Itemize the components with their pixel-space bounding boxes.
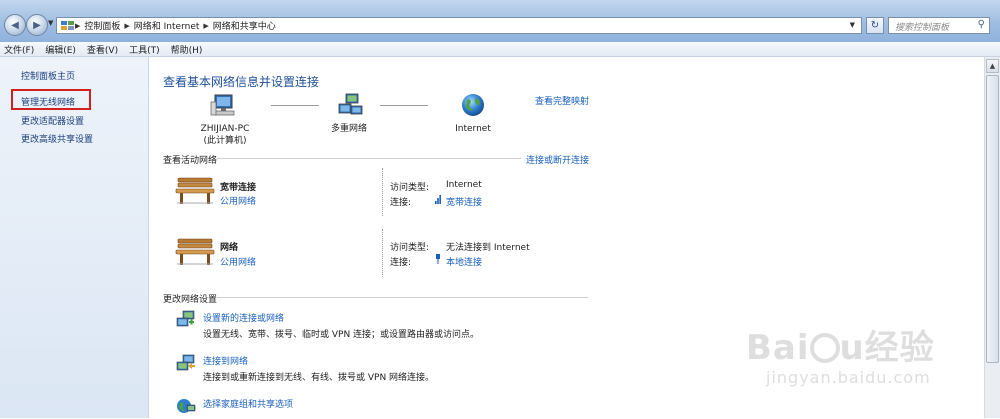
map-connector-line — [380, 105, 428, 106]
arrow-right-icon: ▶ — [33, 19, 41, 31]
task-description: 连接到或重新连接到无线、有线、拨号或 VPN 网络连接。 — [203, 373, 435, 383]
back-button[interactable]: ◀ — [4, 14, 26, 36]
breadcrumb-separator-icon: ▶ — [75, 21, 81, 30]
left-link-manage-wireless[interactable]: 管理无线网络 — [21, 95, 75, 108]
search-input[interactable]: 搜索控制面板 ⚲ — [888, 17, 990, 34]
network-name: 网络 — [220, 243, 239, 253]
connection-link[interactable]: 宽带连接 — [446, 195, 482, 208]
menu-bar: 文件(F) 编辑(E) 查看(V) 工具(T) 帮助(H) — [0, 42, 1000, 57]
control-panel-icon — [61, 20, 75, 31]
computer-name: ZHIJIAN-PC — [200, 124, 250, 134]
signal-bars-icon — [435, 194, 441, 207]
baidu-watermark-logo: Bai u经验 jingyan.baidu.com — [746, 328, 935, 387]
connections-label: 连接: — [390, 198, 412, 208]
arrow-up-icon: ▲ — [989, 62, 996, 70]
recent-pages-chevron-down-icon[interactable]: ▼ — [48, 19, 53, 27]
setup-new-connection-link[interactable]: 设置新的连接或网络 — [203, 311, 284, 324]
section-divider — [217, 158, 521, 159]
multiple-networks-label: 多重网络 — [330, 124, 367, 134]
breadcrumb-network-sharing-center[interactable]: 网络和共享中心 — [213, 19, 276, 32]
page-title: 查看基本网络信息并设置连接 — [163, 75, 320, 89]
left-link-change-adapter[interactable]: 更改适配器设置 — [21, 114, 84, 127]
active-networks-heading: 查看活动网络 — [163, 156, 218, 166]
breadcrumb-separator-icon: ▶ — [124, 21, 130, 30]
public-network-bench-icon — [175, 176, 215, 209]
access-type-label: 访问类型: — [390, 243, 430, 253]
scroll-thumb[interactable] — [986, 75, 999, 363]
network-name: 宽带连接 — [220, 183, 257, 193]
connect-disconnect-link[interactable]: 连接或断开连接 — [526, 153, 589, 166]
multiple-networks-icon[interactable] — [336, 92, 364, 121]
forward-button[interactable]: ▶ — [26, 14, 48, 36]
menu-view[interactable]: 查看(V) — [87, 43, 118, 56]
internet-label: Internet — [455, 124, 491, 134]
change-settings-heading: 更改网络设置 — [163, 295, 218, 305]
search-placeholder: 搜索控制面板 — [895, 23, 950, 33]
menu-tools[interactable]: 工具(T) — [129, 43, 160, 56]
map-connector-line — [271, 105, 319, 106]
section-divider — [217, 297, 588, 298]
network-type-link[interactable]: 公用网络 — [220, 194, 256, 207]
homegroup-icon — [176, 396, 196, 419]
menu-file[interactable]: 文件(F) — [4, 43, 34, 56]
left-task-pane: 控制面板主页 管理无线网络 更改适配器设置 更改高级共享设置 — [0, 57, 149, 418]
internet-globe-icon[interactable] — [460, 92, 486, 121]
new-connection-icon — [176, 309, 196, 332]
ethernet-icon — [435, 254, 441, 267]
scroll-up-button[interactable]: ▲ — [986, 59, 999, 73]
address-bar[interactable]: ▶ 控制面板 ▶ 网络和 Internet ▶ 网络和共享中心 ▼ — [56, 17, 862, 34]
vertical-separator — [382, 229, 383, 277]
public-network-bench-icon — [175, 237, 215, 270]
breadcrumb-control-panel[interactable]: 控制面板 — [84, 19, 120, 32]
vertical-separator — [382, 168, 383, 216]
menu-help[interactable]: 帮助(H) — [171, 43, 203, 56]
breadcrumb-network-internet[interactable]: 网络和 Internet — [134, 19, 200, 32]
connection-link[interactable]: 本地连接 — [446, 255, 482, 268]
computer-subtitle: (此计算机) — [203, 136, 247, 146]
arrow-left-icon: ◀ — [11, 19, 19, 31]
connect-network-icon — [176, 353, 196, 376]
access-type-value: Internet — [446, 180, 482, 190]
access-type-value: 无法连接到 Internet — [446, 243, 530, 253]
network-type-link[interactable]: 公用网络 — [220, 255, 256, 268]
computer-icon[interactable] — [210, 92, 238, 121]
left-link-advanced-sharing[interactable]: 更改高级共享设置 — [21, 132, 93, 145]
full-map-link[interactable]: 查看完整映射 — [535, 94, 589, 107]
address-history-chevron-down-icon[interactable]: ▼ — [850, 21, 855, 29]
menu-edit[interactable]: 编辑(E) — [45, 43, 76, 56]
homegroup-sharing-link[interactable]: 选择家庭组和共享选项 — [203, 397, 293, 410]
refresh-icon: ↻ — [870, 20, 880, 31]
connections-label: 连接: — [390, 258, 412, 268]
task-description: 设置无线、宽带、拨号、临时或 VPN 连接；或设置路由器或访问点。 — [203, 330, 480, 340]
vertical-scrollbar[interactable]: ▲ — [984, 57, 1000, 418]
access-type-label: 访问类型: — [390, 183, 430, 193]
search-icon[interactable]: ⚲ — [978, 19, 985, 30]
breadcrumb-separator-icon: ▶ — [203, 21, 209, 30]
address-toolbar: ◀ ▶ ▼ ▶ 控制面板 ▶ 网络和 Internet ▶ 网络和共享中心 ▼ … — [0, 0, 1000, 43]
connect-to-network-link[interactable]: 连接到网络 — [203, 354, 248, 367]
left-link-control-panel-home[interactable]: 控制面板主页 — [21, 69, 75, 82]
refresh-button[interactable]: ↻ — [866, 17, 884, 34]
computer-node-label: ZHIJIAN-PC (此计算机) — [187, 123, 263, 147]
